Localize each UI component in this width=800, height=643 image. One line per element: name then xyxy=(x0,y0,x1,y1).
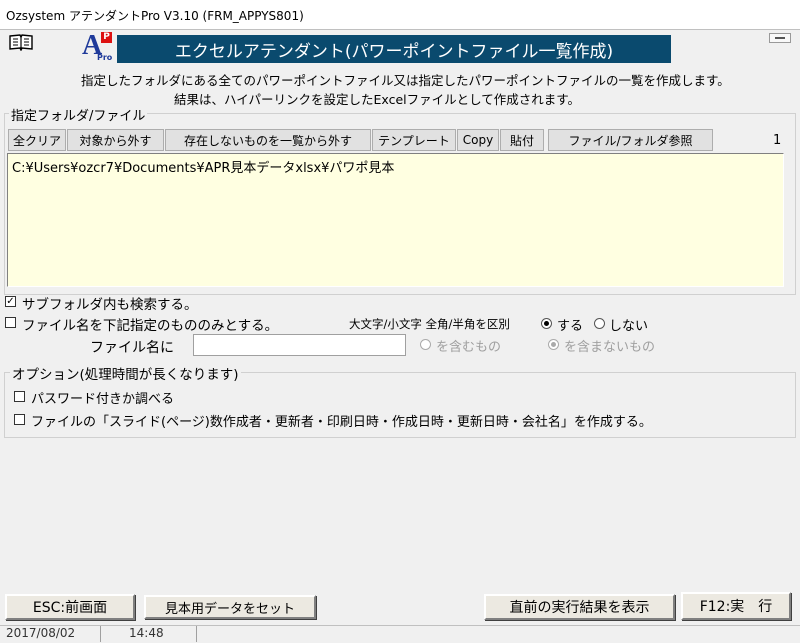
window-title: Ozsystem アテンダントPro V3.10 (FRM_APPYS801) xyxy=(6,9,304,23)
template-button[interactable]: テンプレート xyxy=(372,129,456,151)
status-empty xyxy=(196,626,800,642)
password-checkbox[interactable] xyxy=(14,391,25,402)
logo-badge: P xyxy=(101,32,112,43)
subfolder-checkbox[interactable]: ✓ xyxy=(5,296,16,307)
folder-group-legend: 指定フォルダ/ファイル xyxy=(9,105,148,124)
paste-button[interactable]: 貼付 xyxy=(500,129,544,151)
title-bar: Ozsystem アテンダントPro V3.10 (FRM_APPYS801) xyxy=(0,0,800,30)
esc-button[interactable]: ESC:前画面 xyxy=(5,594,135,620)
status-date: 2017/08/02 xyxy=(6,626,76,640)
sample-data-button[interactable]: 見本用データをセット xyxy=(144,595,316,619)
filename-input[interactable] xyxy=(193,334,406,356)
case-yes-label: する xyxy=(557,319,584,334)
contains-label: を含むもの xyxy=(436,340,502,355)
not-contains-radio[interactable] xyxy=(548,339,559,350)
subfolder-label: サブフォルダ内も検索する。 xyxy=(22,297,198,313)
logo-sub: Pro xyxy=(97,53,113,62)
restore-button[interactable] xyxy=(769,33,791,43)
filename-only-checkbox[interactable] xyxy=(5,317,16,328)
banner: エクセルアテンダント(パワーポイントファイル一覧作成) xyxy=(117,35,671,63)
detail-checkbox[interactable] xyxy=(14,414,25,425)
case-no-radio[interactable] xyxy=(594,318,605,329)
list-item[interactable]: C:¥Users¥ozcr7¥Documents¥APR見本データxlsx¥パワ… xyxy=(12,157,394,176)
file-count: 1 xyxy=(773,133,782,148)
description-line-2: 結果は、ハイパーリンクを設定したExcelファイルとして作成されます。 xyxy=(174,92,580,107)
not-contains-label: を含まないもの xyxy=(564,340,656,355)
password-label: パスワード付きか調べる xyxy=(31,392,175,407)
clear-all-button[interactable]: 全クリア xyxy=(8,129,66,151)
filename-label: ファイル名に xyxy=(90,340,174,356)
run-button[interactable]: F12:実 行 xyxy=(681,592,791,620)
option-group-legend: オプション(処理時間が長くなります) xyxy=(10,363,241,383)
case-no-label: しない xyxy=(609,319,649,334)
book-icon[interactable] xyxy=(8,33,34,52)
remove-missing-button[interactable]: 存在しないものを一覧から外す xyxy=(165,129,371,151)
show-result-button[interactable]: 直前の実行結果を表示 xyxy=(484,594,675,620)
filename-only-label: ファイル名を下記指定のもののみとする。 xyxy=(22,318,279,334)
case-sensitivity-label: 大文字/小文字 全角/半角を区別 xyxy=(349,317,510,331)
browse-button[interactable]: ファイル/フォルダ参照 xyxy=(548,129,713,151)
case-yes-radio[interactable] xyxy=(541,318,552,329)
window-top-border xyxy=(0,29,800,30)
detail-label: ファイルの「スライド(ページ)数作成者・更新者・印刷日時・作成日時・更新日時・会… xyxy=(31,415,652,430)
app-logo: A P Pro xyxy=(80,30,114,64)
status-time: 14:48 xyxy=(100,626,196,642)
copy-button[interactable]: Copy xyxy=(457,129,499,151)
description-line-1: 指定したフォルダにある全てのパワーポイントファイル又は指定したパワーポイントファ… xyxy=(81,73,730,88)
contains-radio[interactable] xyxy=(420,339,431,350)
remove-button[interactable]: 対象から外す xyxy=(67,129,164,151)
folder-list[interactable]: C:¥Users¥ozcr7¥Documents¥APR見本データxlsx¥パワ… xyxy=(7,153,784,287)
banner-title: エクセルアテンダント(パワーポイントファイル一覧作成) xyxy=(174,41,614,62)
